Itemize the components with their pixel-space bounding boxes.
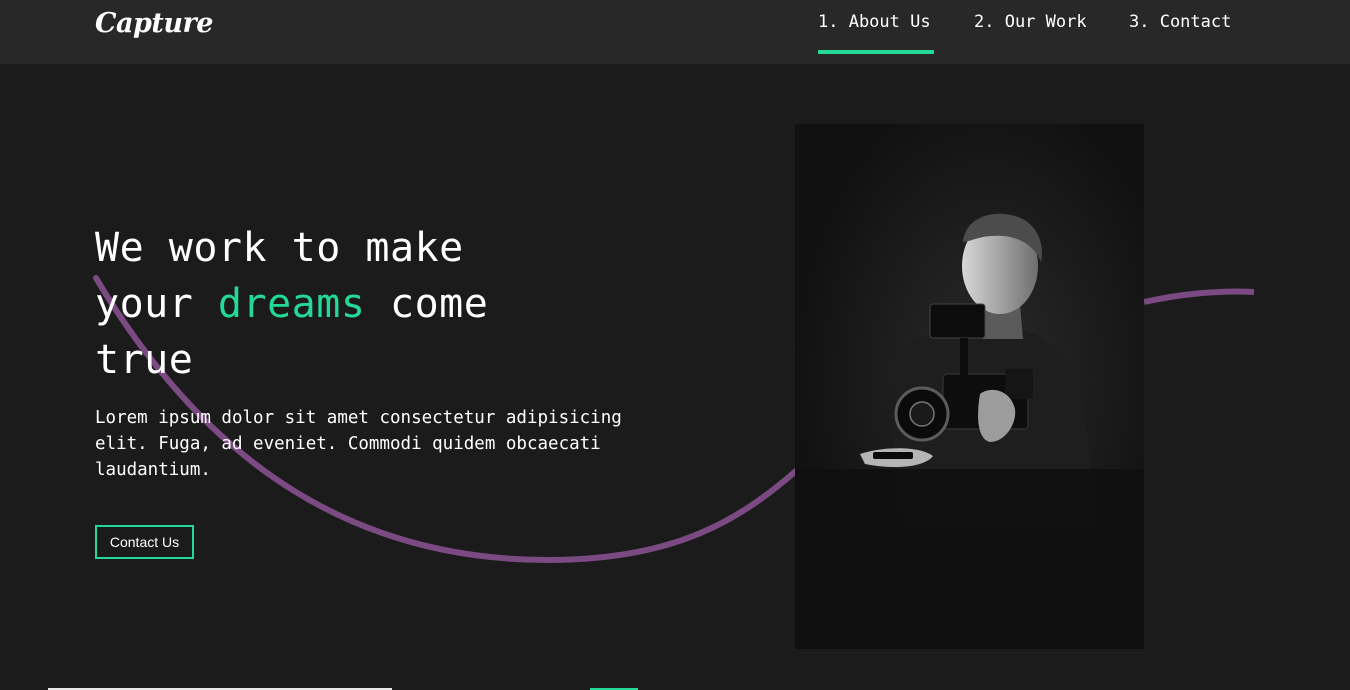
hero-title-line1: We work to make [95, 225, 464, 271]
hero-title-line2-after: come [365, 281, 489, 327]
hero-title-accent: dreams [217, 281, 366, 327]
contact-us-button[interactable]: Contact Us [95, 525, 194, 559]
hero-title-line3: true [95, 337, 194, 383]
hero-description: Lorem ipsum dolor sit amet consectetur a… [95, 408, 622, 480]
hero-photo [795, 124, 1144, 649]
videographer-with-camera-icon [795, 124, 1144, 649]
hero-title: We work to make your dreams come true [95, 220, 488, 388]
hero-title-line2-before: your [95, 281, 218, 327]
